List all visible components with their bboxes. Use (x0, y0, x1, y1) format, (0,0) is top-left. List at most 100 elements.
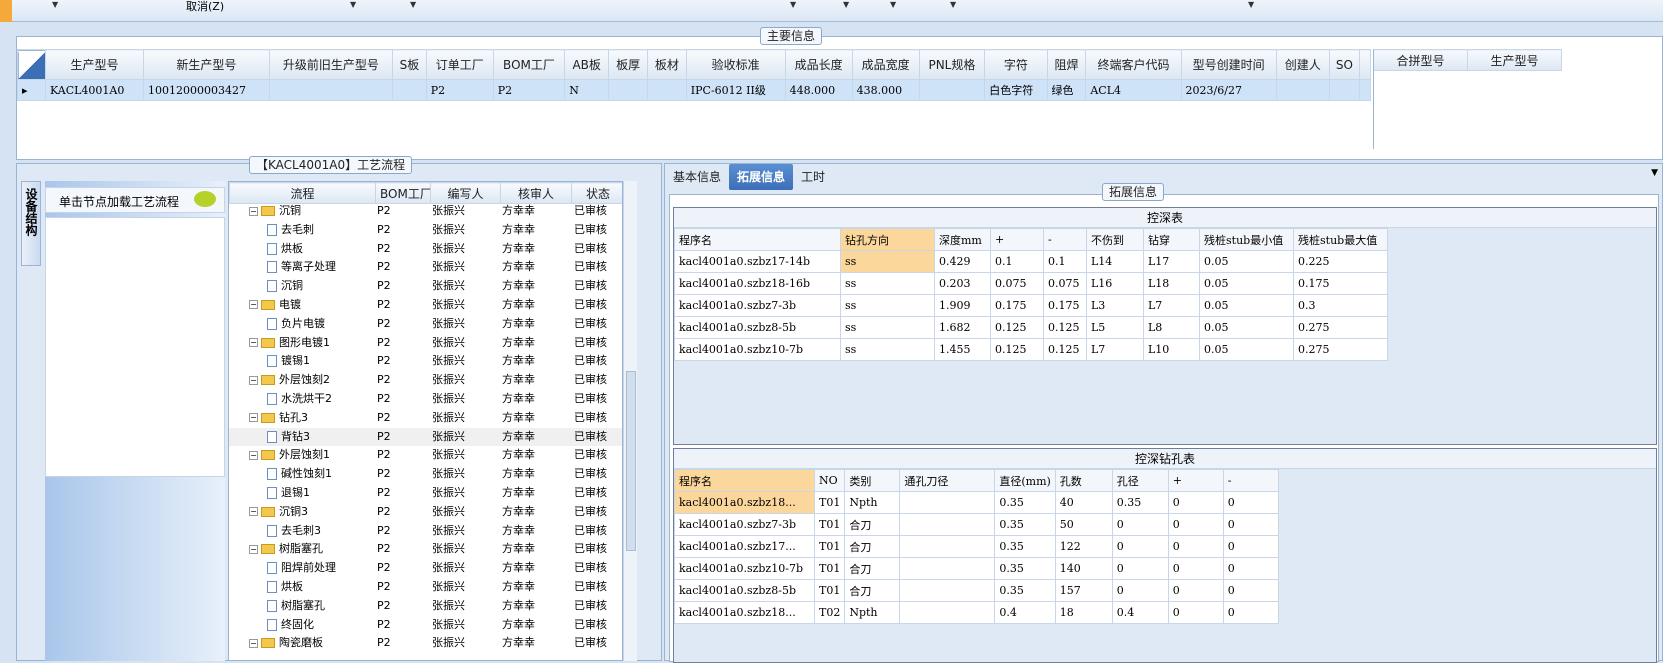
column-header[interactable]: 板材 (647, 49, 687, 80)
table-cell[interactable]: 50 (1054, 513, 1113, 536)
column-header[interactable]: 程序名 (674, 469, 815, 492)
table-cell[interactable]: T01 (813, 491, 846, 514)
tree-row[interactable]: 烘板 P2 张振兴 方幸幸 已审核 (229, 240, 622, 259)
column-header[interactable]: 阻焊 (1046, 49, 1087, 80)
table-cell[interactable] (918, 79, 986, 101)
row-indicator[interactable]: ▸ (17, 79, 46, 101)
table-cell[interactable] (899, 557, 996, 580)
table-cell[interactable]: T01 (813, 579, 846, 602)
table-cell[interactable]: 0.225 (1293, 250, 1388, 273)
tree-row[interactable]: 等离子处理 P2 张振兴 方幸幸 已审核 (229, 258, 622, 277)
table-cell[interactable]: 合刀 (844, 579, 901, 602)
table-cell[interactable]: 0.203 (934, 272, 991, 295)
column-header[interactable]: 合拼型号 (1373, 49, 1468, 71)
column-header[interactable]: SO (1328, 49, 1361, 80)
table-cell[interactable]: 0 (1111, 513, 1169, 536)
table-cell[interactable]: 合刀 (844, 535, 901, 558)
column-header[interactable]: 孔径 (1111, 469, 1169, 492)
collapse-toggle-icon[interactable]: − (249, 338, 258, 348)
table-cell[interactable]: L17 (1143, 250, 1200, 273)
collapse-toggle-icon[interactable]: − (249, 206, 258, 216)
table-row[interactable]: kacl4001a0.szbz8-5b T01 合刀 0.35 157 0 0 0 (674, 579, 1279, 602)
table-cell[interactable]: N (564, 79, 610, 101)
table-cell[interactable]: 0.4 (1111, 601, 1169, 624)
load-hint-bar[interactable]: 单击节点加载工艺流程 (45, 187, 225, 213)
column-header[interactable]: 通孔刀径 (899, 469, 996, 492)
tree-row[interactable]: − 陶瓷磨板 P2 张振兴 方幸幸 已审核 (229, 634, 622, 653)
table-cell[interactable]: 0.1 (1043, 250, 1087, 273)
table-cell[interactable]: 0.125 (1043, 338, 1087, 361)
table-cell[interactable] (1275, 79, 1330, 101)
chevron-down-icon[interactable]: ▼ (950, 0, 956, 9)
table-cell[interactable]: 0.35 (994, 513, 1056, 536)
table-cell[interactable]: 0.075 (990, 272, 1044, 295)
table-cell[interactable]: 40 (1054, 491, 1113, 514)
column-header[interactable]: BOM工厂 (492, 49, 566, 80)
chevron-down-icon[interactable]: ▼ (52, 0, 58, 9)
table-cell[interactable]: 0 (1111, 535, 1169, 558)
table-row[interactable]: kacl4001a0.szbz10-7b ss 1.455 0.125 0.125 L7 L… (674, 338, 1388, 361)
table-cell[interactable]: P2 (492, 79, 566, 101)
table-cell[interactable]: L18 (1143, 272, 1200, 295)
column-header[interactable]: 钻孔方向 (840, 228, 935, 251)
table-cell[interactable] (647, 79, 687, 101)
table-cell[interactable] (899, 535, 996, 558)
cancel-button[interactable]: 取消(Z) (186, 0, 224, 14)
column-header[interactable]: 不伤到 (1086, 228, 1144, 251)
table-cell[interactable]: 0.05 (1199, 316, 1294, 339)
table-cell[interactable] (899, 491, 996, 514)
table-cell[interactable]: ss (840, 250, 935, 273)
tree-row[interactable]: 负片电镀 P2 张振兴 方幸幸 已审核 (229, 315, 622, 334)
table-cell[interactable]: kacl4001a0.szbz7-3b (674, 294, 841, 317)
table-cell[interactable]: 1.909 (934, 294, 991, 317)
table-cell[interactable]: kacl4001a0.szbz10-7b (674, 338, 841, 361)
tree-row[interactable]: 沉铜 P2 张振兴 方幸幸 已审核 (229, 277, 622, 296)
column-header[interactable]: 编写人 (430, 182, 501, 204)
table-cell[interactable]: 0.429 (934, 250, 991, 273)
column-header[interactable]: 孔数 (1054, 469, 1113, 492)
table-cell[interactable]: 10012000003427 (142, 79, 270, 101)
scrollbar-thumb[interactable] (626, 371, 636, 551)
table-cell[interactable]: T01 (813, 557, 846, 580)
table-cell[interactable]: Npth (844, 601, 901, 624)
chevron-down-icon[interactable]: ▼ (790, 0, 796, 9)
table-row[interactable]: kacl4001a0.szbz17-14b ss 0.429 0.1 0.1 L14 L17… (674, 250, 1388, 273)
table-cell[interactable] (1328, 79, 1361, 101)
column-header[interactable]: 生产型号 (1467, 49, 1562, 71)
table-cell[interactable]: 0.175 (990, 294, 1044, 317)
table-cell[interactable]: T02 (813, 601, 846, 624)
table-cell[interactable]: 140 (1054, 557, 1113, 580)
column-header[interactable]: + (1167, 469, 1224, 492)
column-header[interactable]: - (1222, 469, 1279, 492)
grid-corner[interactable] (17, 49, 46, 80)
table-cell[interactable]: 0.05 (1199, 294, 1294, 317)
table-cell[interactable]: 0.35 (994, 535, 1056, 558)
table-cell[interactable]: kacl4001a0.szbz10-7b (674, 557, 815, 580)
tree-row[interactable]: 镀锡1 P2 张振兴 方幸幸 已审核 (229, 352, 622, 371)
table-cell[interactable]: 0.05 (1199, 338, 1294, 361)
chevron-down-icon[interactable]: ▼ (1248, 0, 1254, 9)
table-cell[interactable]: 0.05 (1199, 250, 1294, 273)
column-header[interactable]: 订单工厂 (425, 49, 494, 80)
chevron-down-icon[interactable]: ▼ (410, 0, 416, 9)
table-cell[interactable]: ACL4 (1085, 79, 1182, 101)
column-header[interactable]: + (990, 228, 1044, 251)
table-cell[interactable]: 0 (1167, 579, 1224, 602)
collapse-toggle-icon[interactable]: − (249, 413, 258, 423)
column-header[interactable]: 成品宽度 (851, 49, 920, 80)
table-cell[interactable]: 0.125 (1043, 316, 1087, 339)
column-header[interactable]: 直径(mm) (994, 469, 1056, 492)
table-row[interactable]: kacl4001a0.szbz7-3b T01 合刀 0.35 50 0 0 0 (674, 513, 1279, 536)
table-cell[interactable]: 0.175 (1043, 294, 1087, 317)
table-cell[interactable]: L8 (1143, 316, 1200, 339)
column-header[interactable]: BOM工厂 (375, 182, 431, 204)
column-header[interactable]: - (1043, 228, 1087, 251)
table-cell[interactable]: 0.3 (1293, 294, 1388, 317)
column-header[interactable]: AB板 (564, 49, 610, 80)
table-cell[interactable] (899, 579, 996, 602)
tree-row[interactable]: 碱性蚀刻1 P2 张振兴 方幸幸 已审核 (229, 465, 622, 484)
table-cell[interactable]: T01 (813, 513, 846, 536)
table-row[interactable]: kacl4001a0.szbz18... T01 Npth 0.35 40 0.35 0 0 (674, 491, 1279, 514)
tree-row[interactable]: − 树脂塞孔 P2 张振兴 方幸幸 已审核 (229, 540, 622, 559)
chevron-down-icon[interactable]: ▼ (843, 0, 849, 9)
